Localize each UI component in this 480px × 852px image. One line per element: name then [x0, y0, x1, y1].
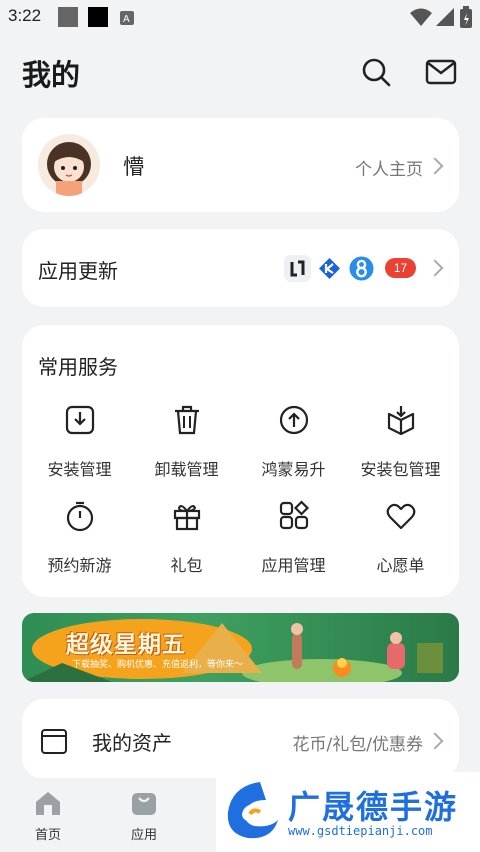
- home-icon: [36, 792, 60, 815]
- my-assets-row[interactable]: 我的资产 花币/礼包/优惠券: [22, 699, 459, 779]
- app-icon-blue-8: [348, 255, 375, 282]
- my-assets-label: 我的资产: [92, 731, 172, 755]
- service-label: 预约新游: [47, 556, 112, 575]
- app-icon-blue-k: [316, 255, 343, 282]
- stopwatch-icon: [66, 501, 94, 532]
- bag-icon: [132, 793, 156, 815]
- watermark-name: 广晟德手游: [288, 788, 459, 826]
- svg-text:A: A: [123, 14, 130, 25]
- service-reserve-games[interactable]: 预约新游: [26, 500, 133, 586]
- gift-icon: [173, 505, 201, 531]
- service-harmony-upgrade[interactable]: 鸿蒙易升: [240, 404, 347, 490]
- update-count-badge: 17: [385, 258, 416, 278]
- messages-button[interactable]: [423, 54, 459, 90]
- chevron-right-icon: [426, 157, 444, 175]
- username: 懵: [123, 155, 144, 179]
- promo-banner[interactable]: 超级星期五 下载抽奖、购机优惠、充值返利，等你来～: [22, 613, 459, 682]
- profile-home-link[interactable]: 个人主页: [355, 155, 423, 180]
- status-bar: 3:22 A: [0, 0, 480, 34]
- service-label: 礼包: [170, 556, 203, 575]
- service-label: 应用管理: [261, 556, 326, 575]
- battery-icon: [460, 6, 472, 32]
- a-icon: A: [120, 10, 134, 29]
- service-label: 安装管理: [47, 460, 112, 479]
- app-icon-dark-arrows: [284, 255, 311, 282]
- heart-icon: [386, 503, 416, 530]
- service-install-manage[interactable]: 安装管理: [26, 404, 133, 490]
- tab-label: 应用: [130, 828, 157, 843]
- install-icon: [65, 405, 95, 435]
- tab-label: 首页: [34, 828, 61, 843]
- avatar[interactable]: [38, 134, 100, 196]
- service-uninstall-manage[interactable]: 卸载管理: [133, 404, 240, 490]
- mail-icon: [425, 59, 457, 85]
- service-label: 鸿蒙易升: [261, 460, 326, 479]
- assets-detail-link[interactable]: 花币/礼包/优惠券: [293, 730, 423, 755]
- chevron-right-icon: [426, 259, 444, 277]
- wallet-icon: [41, 729, 67, 754]
- page-header: 我的: [0, 40, 480, 100]
- upgrade-icon: [279, 405, 309, 435]
- tab-apps[interactable]: 应用: [114, 790, 174, 843]
- black-square-icon: [88, 7, 108, 31]
- banner-title: 超级星期五: [66, 632, 186, 658]
- app-updates-label: 应用更新: [38, 259, 118, 283]
- services-card: 常用服务 安装管理 卸载管理 鸿蒙易升 安装包管理 预约新游 礼包 应用管理 心…: [22, 325, 459, 597]
- service-gift[interactable]: 礼包: [133, 500, 240, 586]
- service-label: 心愿单: [376, 556, 425, 575]
- tab-home[interactable]: 首页: [18, 790, 78, 843]
- service-label: 卸载管理: [154, 460, 219, 479]
- status-time: 3:22: [8, 6, 42, 25]
- services-title: 常用服务: [38, 355, 118, 379]
- watermark-logo: [227, 782, 278, 839]
- search-icon: [362, 58, 391, 87]
- app-updates-row[interactable]: 应用更新 17: [22, 229, 459, 307]
- signal-icon: [436, 8, 454, 30]
- page-title: 我的: [22, 58, 81, 92]
- trash-icon: [175, 405, 199, 435]
- app-grid-icon: [279, 500, 310, 530]
- chevron-right-icon: [426, 732, 444, 750]
- profile-card[interactable]: 懵 个人主页: [22, 118, 459, 212]
- service-label: 安装包管理: [360, 460, 441, 479]
- service-wishlist[interactable]: 心愿单: [347, 500, 454, 586]
- search-button[interactable]: [358, 54, 394, 90]
- site-watermark: 广晟德手游 www.gsdtiepianji.com: [216, 772, 480, 852]
- watermark-url: www.gsdtiepianji.com: [288, 824, 433, 838]
- notification-square-icon: [58, 7, 78, 31]
- wifi-icon: [410, 8, 432, 30]
- service-app-manage[interactable]: 应用管理: [240, 500, 347, 586]
- banner-subtitle: 下载抽奖、购机优惠、充值返利，等你来～: [72, 660, 244, 670]
- service-package-manage[interactable]: 安装包管理: [347, 404, 454, 490]
- package-icon: [387, 406, 415, 436]
